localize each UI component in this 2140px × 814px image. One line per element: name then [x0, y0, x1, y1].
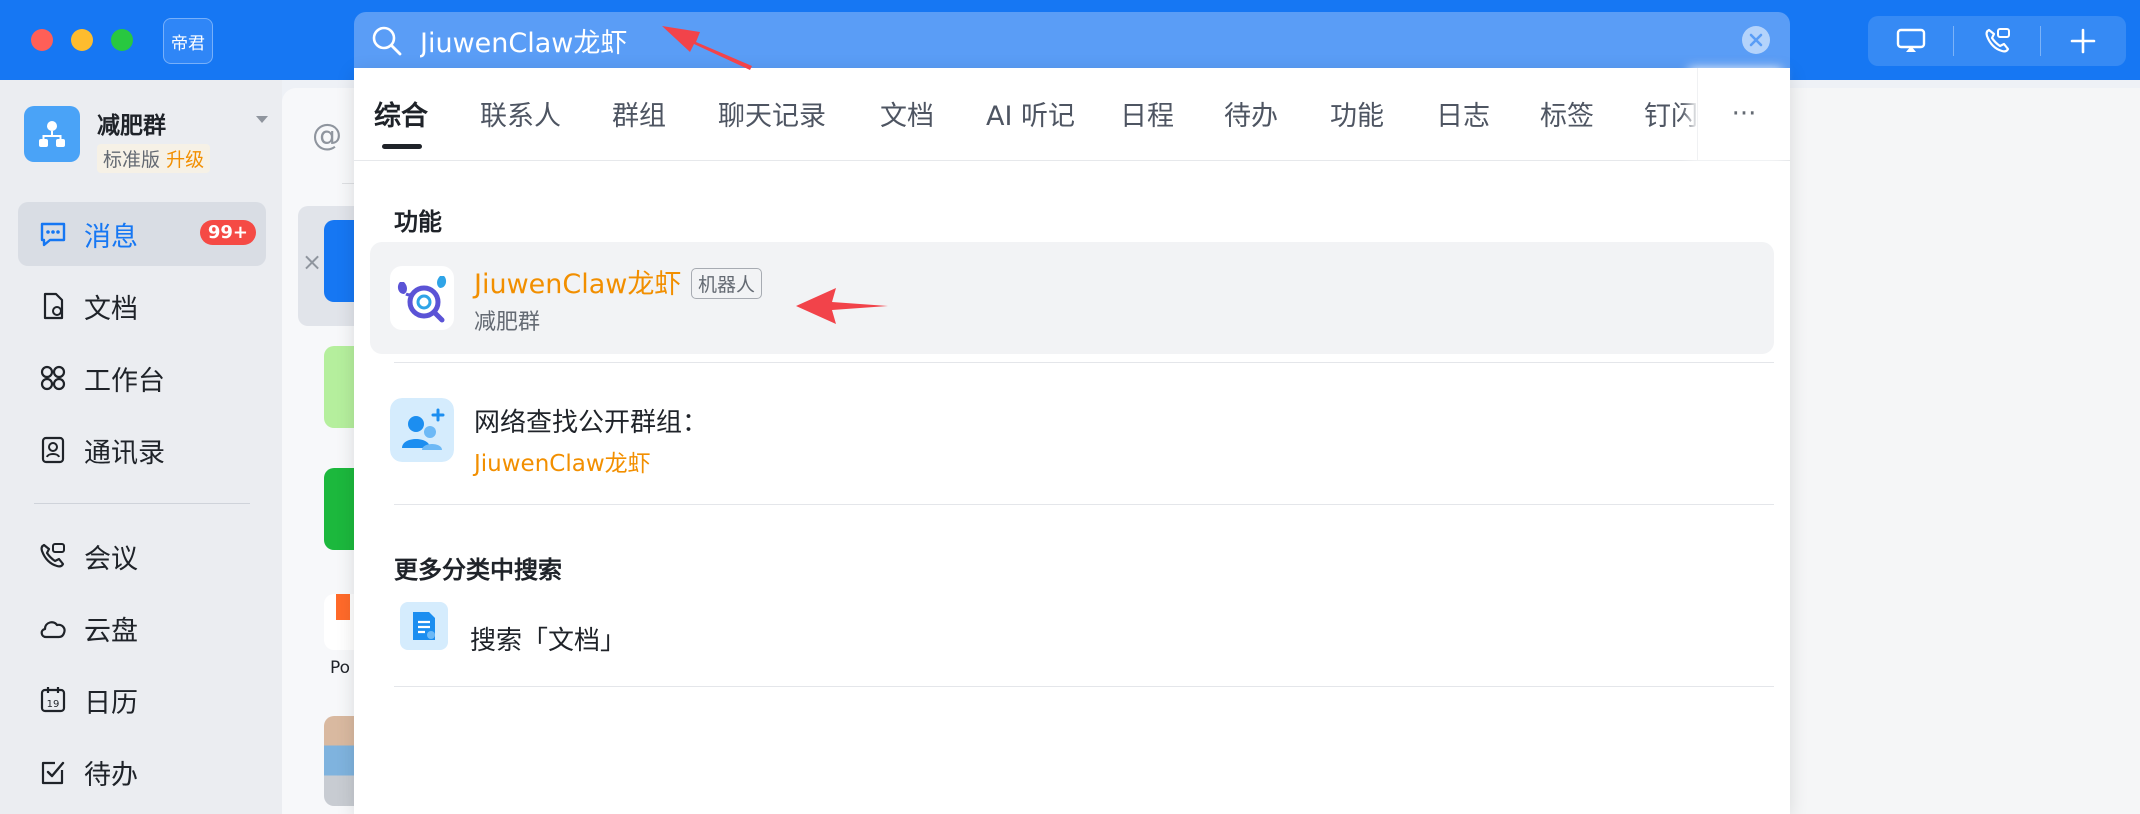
screen-share-button[interactable] — [1868, 16, 1953, 66]
workspace-name[interactable]: 减肥群 — [97, 106, 166, 140]
sidebar-item-meetings[interactable]: 会议 — [18, 524, 266, 588]
section-title-features: 功能 — [394, 208, 442, 236]
bot-tag: 机器人 — [691, 268, 763, 299]
svg-text:19: 19 — [47, 699, 60, 710]
result-divider — [394, 362, 1774, 363]
bot-avatar — [390, 266, 454, 330]
sidebar-item-label: 消息 — [84, 221, 138, 253]
edition-label: 标准版 — [103, 149, 161, 171]
sidebar-item-messages[interactable]: 消息 99+ — [18, 202, 266, 266]
top-actions — [1868, 16, 2126, 66]
close-icon — [1749, 33, 1763, 47]
annotation-arrow-icon — [662, 26, 752, 70]
tab-groups[interactable]: 群组 — [612, 94, 666, 133]
org-chart-icon — [39, 121, 65, 147]
active-tab-indicator — [382, 144, 422, 149]
more-icon: ··· — [1731, 99, 1757, 129]
tab-features[interactable]: 功能 — [1330, 94, 1384, 133]
tab-ding-flash[interactable]: 钉闪 — [1644, 94, 1698, 133]
close-icon[interactable]: × — [302, 248, 322, 276]
calendar-icon: 19 — [38, 685, 68, 715]
todo-icon — [38, 757, 68, 787]
document-icon — [38, 291, 68, 321]
crayfish-bot-icon — [390, 266, 454, 330]
result-bot[interactable]: JiuwenClaw龙虾 机器人 减肥群 — [370, 242, 1774, 354]
screen-cast-icon — [1896, 28, 1925, 52]
window-zoom-button[interactable] — [111, 29, 133, 51]
tab-documents[interactable]: 文档 — [880, 94, 934, 133]
tab-chat-history[interactable]: 聊天记录 — [718, 94, 826, 133]
doc-search-icon-wrap — [400, 602, 448, 650]
sidebar-item-label: 文档 — [84, 293, 138, 325]
result-divider — [394, 686, 1774, 687]
result-divider — [394, 504, 1774, 505]
app-logo[interactable]: 帝君 — [163, 18, 213, 64]
more-tabs-button[interactable]: ··· — [1697, 68, 1790, 160]
upgrade-link[interactable]: 升级 — [166, 149, 204, 171]
window-close-button[interactable] — [31, 29, 53, 51]
add-group-icon — [390, 398, 454, 462]
network-group-title: 网络查找公开群组： — [474, 408, 709, 438]
sidebar-item-contacts[interactable]: 通讯录 — [18, 418, 266, 482]
call-button[interactable] — [1954, 16, 2039, 66]
sidebar-item-docs[interactable]: 文档 — [18, 274, 266, 338]
tab-schedule[interactable]: 日程 — [1120, 94, 1174, 133]
workspace-avatar[interactable] — [24, 106, 80, 162]
search-icon — [372, 26, 402, 56]
group-search-avatar — [390, 398, 454, 462]
sidebar-item-cloud-drive[interactable]: 云盘 — [18, 596, 266, 660]
workspace-edition: 标准版 升级 — [97, 144, 211, 173]
search-category-tabs: 综合 联系人 群组 聊天记录 文档 AI 听记 日程 待办 功能 日志 标签 钉… — [354, 68, 1790, 161]
network-group-query: JiuwenClaw龙虾 — [474, 451, 651, 477]
sidebar-divider — [34, 503, 250, 504]
message-icon — [38, 219, 68, 249]
tab-all[interactable]: 综合 — [374, 94, 428, 133]
conversation-name-partial: Po — [330, 658, 351, 678]
tab-ai-notes[interactable]: AI 听记 — [986, 94, 1075, 133]
sidebar-item-workbench[interactable]: 工作台 — [18, 346, 266, 410]
global-search-bar[interactable] — [354, 12, 1790, 68]
tab-tags[interactable]: 标签 — [1540, 94, 1594, 133]
sidebar-item-label: 会议 — [84, 543, 138, 575]
workbench-icon — [38, 363, 68, 393]
document-icon — [413, 612, 435, 640]
contacts-icon — [38, 435, 68, 465]
unread-badge: 99+ — [199, 220, 256, 245]
sidebar-item-todo[interactable]: 待办 — [18, 740, 266, 804]
section-title-more: 更多分类中搜索 — [394, 556, 562, 584]
search-input[interactable] — [420, 12, 1620, 68]
sidebar: 减肥群 标准版 升级 消息 99+ 文档 工作台 通讯录 会议 云盘 19 日历… — [0, 80, 282, 814]
bot-name: JiuwenClaw龙虾 — [474, 269, 682, 300]
mention-icon[interactable]: @ — [312, 118, 342, 153]
sidebar-item-calendar[interactable]: 19 日历 — [18, 668, 266, 732]
workspace-switch-caret-icon[interactable] — [256, 116, 268, 123]
cloud-drive-icon — [38, 613, 68, 643]
sidebar-item-label: 日历 — [84, 687, 138, 719]
annotation-arrow-icon — [796, 288, 888, 324]
search-in-docs-label: 搜索「文档」 — [470, 626, 627, 656]
tab-contacts[interactable]: 联系人 — [480, 94, 561, 133]
phone-icon — [1985, 28, 2010, 53]
tab-todo[interactable]: 待办 — [1224, 94, 1278, 133]
window-minimize-button[interactable] — [71, 29, 93, 51]
sidebar-item-label: 通讯录 — [84, 437, 165, 469]
bot-group: 减肥群 — [474, 310, 541, 335]
plus-icon — [2071, 28, 2096, 54]
sidebar-item-label: 工作台 — [84, 365, 165, 397]
search-results-panel: 综合 联系人 群组 聊天记录 文档 AI 听记 日程 待办 功能 日志 标签 钉… — [354, 68, 1790, 814]
add-button[interactable] — [2041, 16, 2126, 66]
sidebar-item-label: 云盘 — [84, 615, 138, 647]
meeting-icon — [38, 541, 68, 571]
tab-logs[interactable]: 日志 — [1436, 94, 1490, 133]
sidebar-item-label: 待办 — [84, 759, 138, 791]
clear-search-button[interactable] — [1742, 26, 1770, 54]
